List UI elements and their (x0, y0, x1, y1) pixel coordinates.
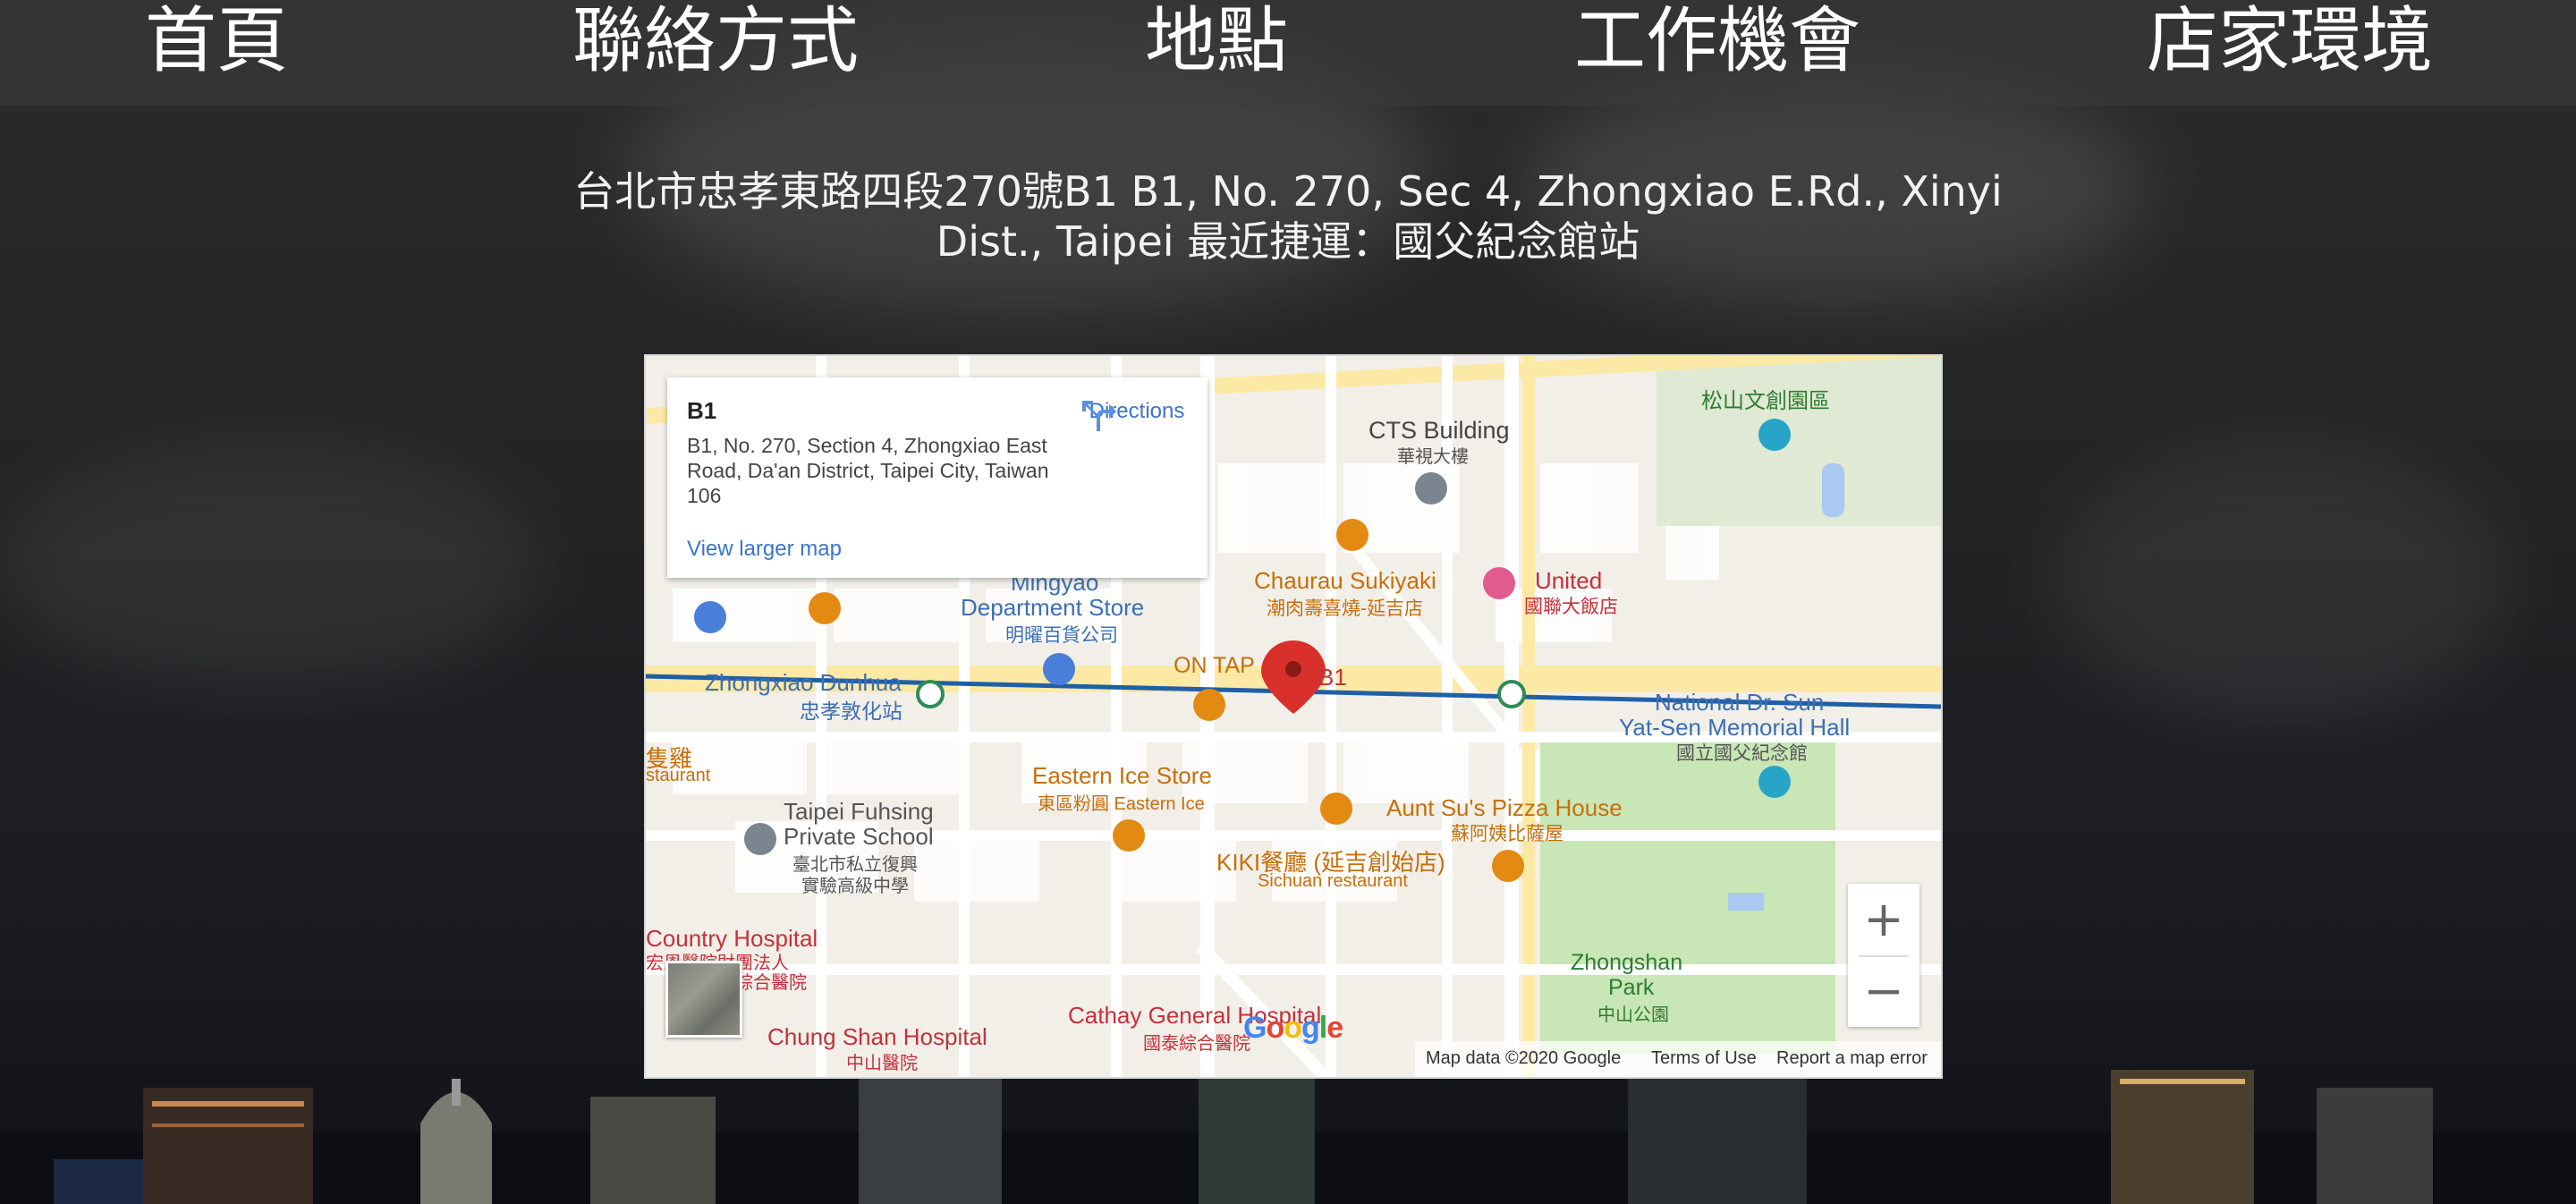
embedded-google-map[interactable]: CTS Building 華視大樓 松山文創園區 Chaurau Sukiyak… (644, 354, 1943, 1079)
map-label: 潮肉壽喜燒-延吉店 (1267, 598, 1423, 619)
store-address: 台北市忠孝東路四段270號B1 B1, No. 270, Sec 4, Zhon… (573, 167, 2003, 266)
map-label: 忠孝敦化站 (800, 700, 902, 723)
zoom-in-button[interactable]: + (1848, 884, 1919, 955)
report-map-error-link[interactable]: Report a map error (1776, 1048, 1928, 1069)
map-label: ON TAP (1174, 653, 1255, 678)
map-label: Yat-Sen Memorial Hall (1619, 714, 1851, 741)
metro-station-icon (1497, 680, 1526, 708)
place-icon (1415, 472, 1447, 504)
map-label: 明曜百貨公司 (1005, 625, 1118, 646)
place-info-card: B1 B1, No. 270, Section 4, Zhongxiao Eas… (667, 377, 1208, 578)
restaurant-icon (1113, 819, 1145, 852)
terms-of-use-link[interactable]: Terms of Use (1651, 1048, 1757, 1069)
zhongshan-park-area (1540, 732, 1835, 1054)
map-attribution-bar: Map data ©2020 Google Terms of Use Repor… (1415, 1041, 1941, 1077)
map-label: Chung Shan Hospital (767, 1023, 987, 1050)
art-center-icon (1758, 419, 1791, 451)
restaurant-icon (1336, 519, 1368, 551)
place-address: B1, No. 270, Section 4, Zhongxiao East R… (687, 434, 1049, 507)
directions-icon (1082, 401, 1116, 431)
directions-button[interactable]: Directions (1079, 394, 1195, 431)
map-label: 國立國父紀念館 (1676, 743, 1808, 764)
nav-item-jobs[interactable]: 工作機會 (1574, 0, 1860, 89)
map-label: 松山文創園區 (1701, 389, 1830, 413)
map-label: 華視大樓 (1397, 447, 1469, 467)
nav-item-location[interactable]: 地點 (1145, 0, 1288, 89)
map-label: Eastern Ice Store (1032, 762, 1212, 789)
map-label: Zhongxiao Dunhua (705, 669, 902, 696)
restaurant-icon (1320, 793, 1352, 825)
background-cloud (2057, 447, 2504, 716)
map-label: 東區粉圓 Eastern Ice (1038, 794, 1205, 814)
shopping-icon (694, 601, 726, 633)
map-label: Park (1608, 975, 1655, 1000)
nav-item-store-environment[interactable]: 店家環境 (2147, 0, 2433, 89)
map-label: Chaurau Sukiyaki (1254, 567, 1436, 594)
map-data-attribution: Map data ©2020 Google (1426, 1048, 1622, 1068)
shopping-icon (1043, 653, 1075, 685)
bar-icon (809, 592, 841, 624)
top-navigation-bar: 首頁 聯絡方式 地點 工作機會 店家環境 (0, 0, 2576, 106)
map-label: Department Store (961, 594, 1145, 621)
restaurant-icon (1492, 850, 1524, 882)
bar-icon (1193, 689, 1225, 721)
marker-label: B1 (1318, 664, 1347, 691)
nav-item-contact[interactable]: 聯絡方式 (572, 0, 859, 89)
zoom-controls: + − (1848, 884, 1919, 1027)
museum-icon (1758, 766, 1791, 798)
map-label: United (1535, 567, 1603, 594)
school-icon (744, 823, 776, 855)
map-label: 國泰綜合醫院 (1143, 1034, 1250, 1054)
google-logo: Google (1243, 1011, 1343, 1045)
map-label: 中山醫院 (846, 1054, 918, 1073)
map-label: 蘇阿姨比薩屋 (1451, 824, 1563, 844)
metro-station-icon (916, 680, 945, 708)
map-label: Aunt Su's Pizza House (1386, 794, 1623, 821)
map-label: Zhongshan (1571, 950, 1683, 975)
hotel-icon (1483, 567, 1515, 599)
nav-item-home[interactable]: 首頁 (145, 0, 288, 89)
map-label: 綜合醫院 (735, 973, 807, 993)
satellite-view-toggle[interactable] (665, 961, 742, 1038)
map-label: Private School (784, 823, 934, 850)
map-label: staurant (646, 766, 711, 785)
background-cloud (0, 447, 537, 680)
zoom-out-button[interactable]: − (1848, 955, 1919, 1027)
map-label: 中山公園 (1597, 1005, 1669, 1025)
map-label: Taipei Fuhsing (784, 798, 934, 825)
map-label: Sichuan restaurant (1258, 871, 1408, 891)
songshan-park-area (1657, 356, 1941, 526)
map-label: 實驗高級中學 (801, 877, 909, 896)
map-label: National Dr. Sun (1655, 689, 1825, 716)
map-label: 國聯大飯店 (1524, 597, 1618, 617)
map-label: CTS Building (1368, 417, 1510, 444)
place-title: B1 (687, 397, 717, 424)
view-larger-map-link[interactable]: View larger map (687, 537, 842, 562)
